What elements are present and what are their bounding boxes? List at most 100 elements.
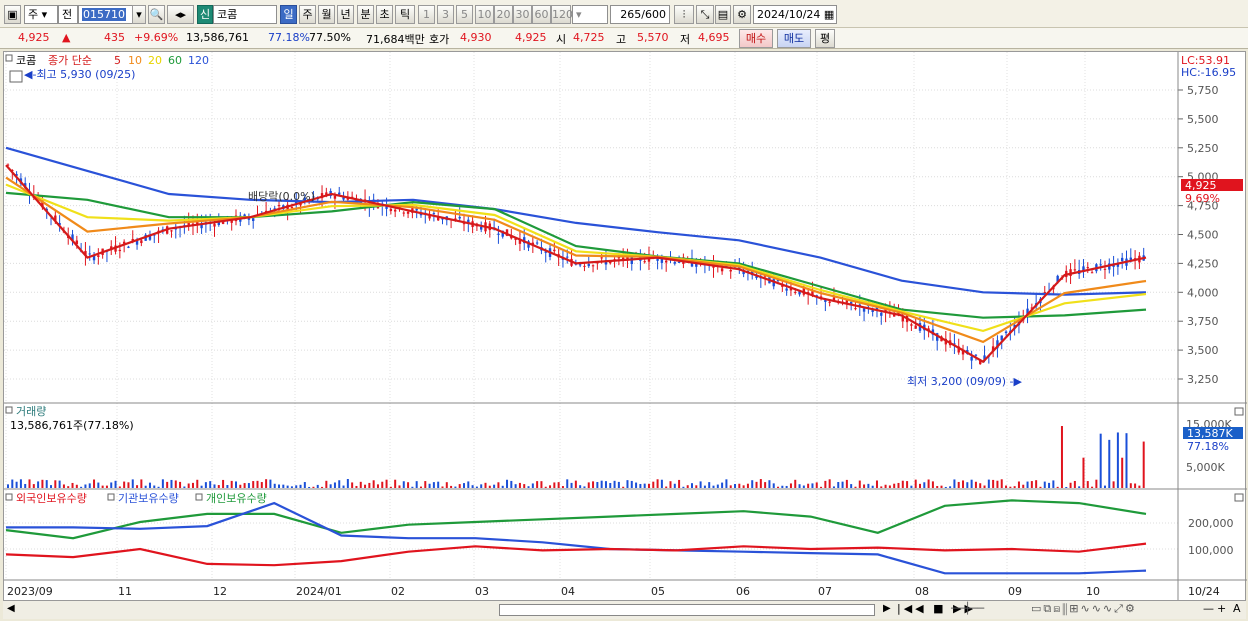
price-tick-label: 3,250	[1187, 373, 1219, 386]
gear-icon[interactable]: ⚙	[733, 5, 751, 24]
volume-bar	[19, 479, 22, 488]
range-select[interactable]: 전	[58, 5, 78, 24]
volume-bar	[527, 486, 530, 488]
chart-scrollbar[interactable]: ◀ ▶ |◀◀ ■ ▶▶ ──┼── ▭⧉⧈⫼⊞∿∿∿⤢⚙ — + A	[3, 600, 1246, 619]
minute-60-button[interactable]: 60	[532, 5, 551, 24]
volume-bar	[295, 485, 298, 488]
high-label: 고	[616, 33, 627, 46]
volume-bar	[815, 482, 818, 488]
volume-bar	[179, 481, 182, 488]
volume-bar	[424, 481, 427, 488]
candle-body	[729, 270, 732, 272]
volume-bar	[557, 482, 560, 488]
candle-type-icon[interactable]: ⫶	[674, 5, 694, 24]
volume-bar	[957, 481, 960, 488]
volume-bar	[445, 482, 448, 488]
eval-button[interactable]: 평	[815, 29, 835, 48]
zoom-in-icon[interactable]: +	[1217, 602, 1226, 615]
volume-bar	[820, 486, 823, 488]
buy-button[interactable]: 매수	[739, 29, 773, 48]
minute-30-button[interactable]: 30	[513, 5, 532, 24]
sell-button[interactable]: 매도	[777, 29, 811, 48]
volume-panel-handle-icon[interactable]	[5, 406, 13, 414]
scroll-left-icon[interactable]: ◀	[7, 603, 15, 614]
volume-bar	[506, 479, 509, 488]
period-month-button[interactable]: 월	[318, 5, 335, 24]
zoom-slider-icon[interactable]: ──┼──	[951, 602, 984, 615]
volume-bar	[299, 484, 302, 488]
minute-20-button[interactable]: 20	[494, 5, 513, 24]
volume-bar	[514, 484, 517, 488]
scroll-right-icon[interactable]: ▶	[883, 603, 891, 614]
volume-bar	[484, 482, 487, 488]
minute-120-button[interactable]: 120	[551, 5, 573, 24]
volume-bar	[493, 484, 496, 488]
candle-body	[578, 264, 582, 266]
volume-bar	[235, 481, 237, 488]
volume-bar	[1039, 486, 1042, 488]
type-select[interactable]: 주 ▾	[24, 5, 58, 24]
volume-bar	[260, 482, 263, 488]
period-year-button[interactable]: 년	[337, 5, 354, 24]
volume-bar	[136, 485, 139, 488]
volume-bar	[1121, 457, 1124, 488]
main-toolbar: ▣ 주 ▾ 전 015710 ▾ 🔍 ◂▸ 신 코콤 일 주 월 년 분 초 틱…	[0, 0, 1248, 28]
scroll-thumb[interactable]	[499, 604, 875, 616]
chart-svg[interactable]: 5,7505,5005,2505,0004,7504,5004,2504,000…	[4, 52, 1247, 602]
volume-bar	[944, 486, 947, 488]
candle-body	[535, 242, 539, 244]
volume-bar	[587, 482, 590, 488]
price-tick-label: 4,250	[1187, 257, 1219, 270]
candle-body	[566, 256, 569, 258]
chart-area[interactable]: 5,750 5,500 5,250 5,000 4,750 4,500 4,250 4,000…	[3, 51, 1247, 602]
x-tick-label: 07	[818, 585, 832, 598]
volume-bar	[394, 479, 397, 488]
volume-bar	[432, 482, 435, 488]
save-icon[interactable]: ▤	[715, 5, 731, 24]
candle-body	[583, 265, 586, 267]
period-tick-button[interactable]: 틱	[395, 5, 415, 24]
minute-10-button[interactable]: 10	[475, 5, 494, 24]
search-icon[interactable]: 🔍	[148, 5, 165, 24]
code-dropdown-icon[interactable]: ▾	[132, 5, 146, 24]
holdings-panel-handle-icon[interactable]	[5, 493, 13, 501]
calc-icon[interactable]	[9, 70, 23, 83]
volume-bar	[639, 483, 642, 488]
window-icon[interactable]: ▣	[4, 5, 21, 24]
layout-tools-icon[interactable]: ▭⧉⧈⫼⊞∿∿∿⤢⚙	[1031, 602, 1137, 616]
volume-bar	[604, 481, 607, 488]
volume-bar	[355, 485, 358, 488]
draw-tool-icon[interactable]: ⤡	[696, 5, 714, 24]
prev-next-icon[interactable]: ◂▸	[167, 5, 194, 24]
minute-5-button[interactable]: 5	[456, 5, 473, 24]
holdings-close-icon[interactable]	[1234, 493, 1244, 502]
candle-body	[862, 308, 866, 312]
zoom-out-icon[interactable]: —	[1203, 602, 1214, 615]
period-second-button[interactable]: 초	[376, 5, 393, 24]
volume-bar	[544, 486, 547, 488]
ex-dividend-annotation: 배당락(0.0%)	[248, 190, 315, 203]
volume-bar	[570, 482, 573, 488]
period-minute-button[interactable]: 분	[357, 5, 374, 24]
volume-close-icon[interactable]	[1234, 407, 1244, 416]
panel-handle-icon[interactable]	[5, 54, 13, 62]
data-count-field[interactable]: 265/600	[610, 5, 670, 24]
minute-3-button[interactable]: 3	[437, 5, 454, 24]
volume-bar	[58, 480, 61, 488]
period-day-button[interactable]: 일	[280, 5, 297, 24]
minute-1-button[interactable]: 1	[418, 5, 435, 24]
price-tick-label: 3,750	[1187, 315, 1219, 328]
font-size-icon[interactable]: A	[1233, 602, 1241, 615]
volume-bar	[794, 479, 797, 488]
custom-period-select[interactable]: ▾	[572, 5, 608, 24]
period-week-button[interactable]: 주	[299, 5, 316, 24]
candle-body	[1004, 331, 1008, 334]
volume-bar	[884, 484, 887, 488]
x-tick-label: 03	[475, 585, 489, 598]
volume-bar	[703, 485, 706, 488]
volume-bar	[923, 482, 926, 488]
volume-bar	[50, 485, 53, 488]
volume-bar	[617, 481, 620, 488]
date-input[interactable]: 2024/10/24 ▦	[753, 5, 837, 24]
volume-bar	[419, 486, 422, 488]
